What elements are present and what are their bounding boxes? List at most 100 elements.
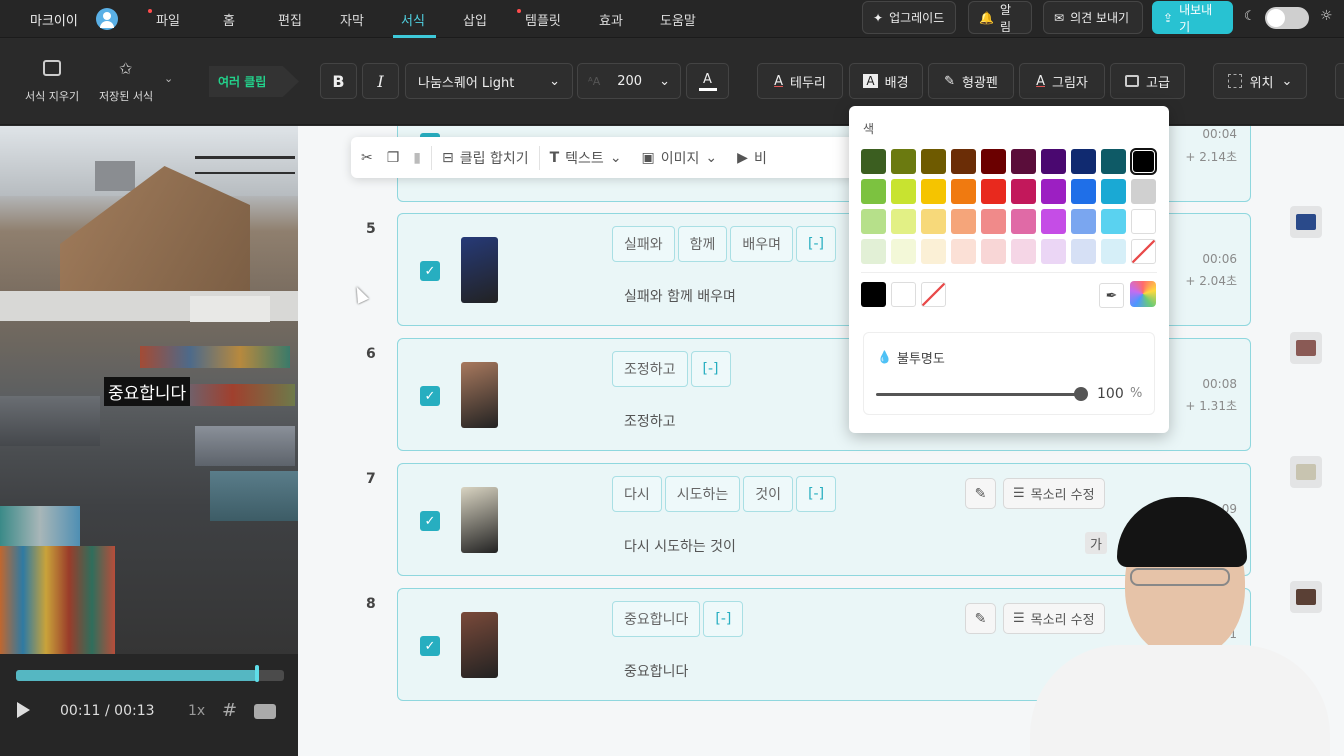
saved-format-button[interactable]: ✩ 저장된 서식 [99, 55, 159, 103]
text-color-button[interactable]: A [686, 63, 729, 99]
word-chip[interactable]: 함께 [677, 226, 728, 262]
italic-button[interactable]: I [362, 63, 399, 99]
user-avatar-icon[interactable] [96, 8, 118, 30]
color-swatch[interactable] [891, 239, 916, 264]
color-swatch[interactable] [1041, 239, 1066, 264]
progress-handle[interactable] [255, 665, 260, 682]
color-swatch[interactable] [891, 149, 916, 174]
advanced-button[interactable]: 고급 [1110, 63, 1185, 99]
grid-icon[interactable]: # [222, 700, 237, 721]
color-swatch[interactable] [981, 179, 1006, 204]
color-swatch[interactable] [1101, 149, 1126, 174]
color-swatch[interactable] [1011, 209, 1036, 234]
alerts-button[interactable]: 🔔 알림 [968, 1, 1032, 34]
merge-clip-button[interactable]: ⊟ 클립 합치기 [432, 137, 539, 178]
color-swatch[interactable] [1041, 149, 1066, 174]
clip-checkbox[interactable]: ✓ [420, 511, 440, 531]
video-preview[interactable]: 중요합니다 [0, 126, 298, 654]
toolbar-overflow[interactable] [1335, 63, 1344, 99]
color-swatch[interactable] [891, 179, 916, 204]
word-chip[interactable]: 시도하는 [664, 476, 741, 512]
pause-chip[interactable]: [-] [796, 226, 837, 262]
color-swatch[interactable] [1071, 209, 1096, 234]
pause-chip[interactable]: [-] [703, 601, 744, 637]
color-swatch[interactable] [1131, 209, 1156, 234]
play-icon[interactable] [17, 702, 30, 718]
custom-color-icon[interactable] [1130, 281, 1156, 307]
color-swatch[interactable] [1131, 239, 1156, 264]
color-swatch[interactable] [951, 209, 976, 234]
font-size-select[interactable]: ᴬA 200 ⌄ [577, 63, 681, 99]
basic-color-swatch[interactable] [921, 282, 946, 307]
color-swatch[interactable] [1041, 179, 1066, 204]
side-thumbnail[interactable] [1290, 206, 1322, 238]
font-select[interactable]: 나눔스퀘어 Light ⌄ [405, 63, 573, 99]
copy-button[interactable]: ❐ [383, 137, 404, 178]
clip-checkbox[interactable]: ✓ [420, 261, 440, 281]
clear-format-button[interactable]: 서식 지우기 [25, 55, 81, 103]
color-swatch[interactable] [921, 209, 946, 234]
color-swatch[interactable] [1071, 239, 1096, 264]
pause-chip[interactable]: [-] [796, 476, 837, 512]
bold-button[interactable]: B [320, 63, 357, 99]
image-insert-button[interactable]: ▣ 이미지 ⌄ [632, 137, 728, 178]
color-swatch[interactable] [1101, 239, 1126, 264]
word-chip[interactable]: 배우며 [730, 226, 794, 262]
word-chip[interactable]: 실패와 [612, 226, 675, 262]
color-swatch[interactable] [1071, 179, 1096, 204]
position-select[interactable]: 위치 ⌄ [1213, 63, 1307, 99]
color-swatch[interactable] [1011, 239, 1036, 264]
basic-color-swatch[interactable] [891, 282, 916, 307]
color-swatch[interactable] [861, 179, 886, 204]
color-swatch[interactable] [1101, 179, 1126, 204]
word-chip[interactable]: 것이 [743, 476, 794, 512]
color-swatch[interactable] [921, 179, 946, 204]
menu-format[interactable]: 서식 [401, 10, 425, 29]
menu-subtitle[interactable]: 자막 [340, 10, 364, 29]
color-swatch[interactable] [1041, 209, 1066, 234]
eyedropper-icon[interactable]: ✒ [1099, 283, 1124, 308]
color-swatch[interactable] [1011, 149, 1036, 174]
shadow-button[interactable]: A 그림자 [1019, 63, 1105, 99]
clip-sentence[interactable]: 조정하고 [624, 411, 676, 431]
clip-sentence[interactable]: 중요합니다 [624, 661, 688, 681]
text-insert-button[interactable]: T 텍스트 ⌄ [540, 137, 632, 178]
menu-effects[interactable]: 효과 [599, 10, 623, 29]
color-swatch[interactable] [921, 149, 946, 174]
side-thumbnail[interactable] [1290, 332, 1322, 364]
word-chip[interactable]: 조정하고 [612, 351, 688, 387]
feedback-button[interactable]: ✉ 의견 보내기 [1043, 1, 1143, 34]
border-button[interactable]: A 테두리 [757, 63, 843, 99]
opacity-value[interactable]: 100 [1097, 386, 1124, 402]
color-swatch[interactable] [981, 239, 1006, 264]
paste-button[interactable]: ▮ [403, 137, 431, 178]
word-chip[interactable]: 다시 [612, 476, 662, 512]
menu-help[interactable]: 도움말 [660, 10, 696, 29]
saved-format-chevron-icon[interactable]: ⌄ [164, 72, 173, 85]
color-swatch[interactable] [861, 239, 886, 264]
menu-file[interactable]: 파일 [156, 10, 180, 29]
basic-color-swatch[interactable] [861, 282, 886, 307]
clip-sentence[interactable]: 다시 시도하는 것이 [624, 536, 736, 556]
timeline-progress[interactable] [16, 670, 284, 681]
color-swatch[interactable] [1011, 179, 1036, 204]
menu-insert[interactable]: 삽입 [463, 10, 487, 29]
cut-button[interactable]: ✂ [351, 137, 383, 178]
color-swatch[interactable] [951, 239, 976, 264]
subtitle-icon[interactable] [254, 704, 276, 719]
upgrade-button[interactable]: ✦ 업그레이드 [862, 1, 956, 34]
clip-sentence[interactable]: 실패와 함께 배우며 [624, 286, 736, 306]
pause-chip[interactable]: [-] [690, 351, 731, 387]
theme-toggle[interactable] [1265, 7, 1309, 29]
opacity-slider-track[interactable] [876, 393, 1081, 396]
highlighter-button[interactable]: ✎ 형광펜 [928, 63, 1014, 99]
color-swatch[interactable] [861, 149, 886, 174]
side-thumbnail[interactable] [1290, 456, 1322, 488]
color-swatch[interactable] [1101, 209, 1126, 234]
color-swatch[interactable] [951, 149, 976, 174]
menu-home[interactable]: 홈 [223, 10, 235, 29]
color-swatch[interactable] [1130, 148, 1157, 175]
edit-pencil-icon[interactable]: ✎ [965, 478, 996, 509]
clip-checkbox[interactable]: ✓ [420, 386, 440, 406]
color-swatch[interactable] [981, 149, 1006, 174]
